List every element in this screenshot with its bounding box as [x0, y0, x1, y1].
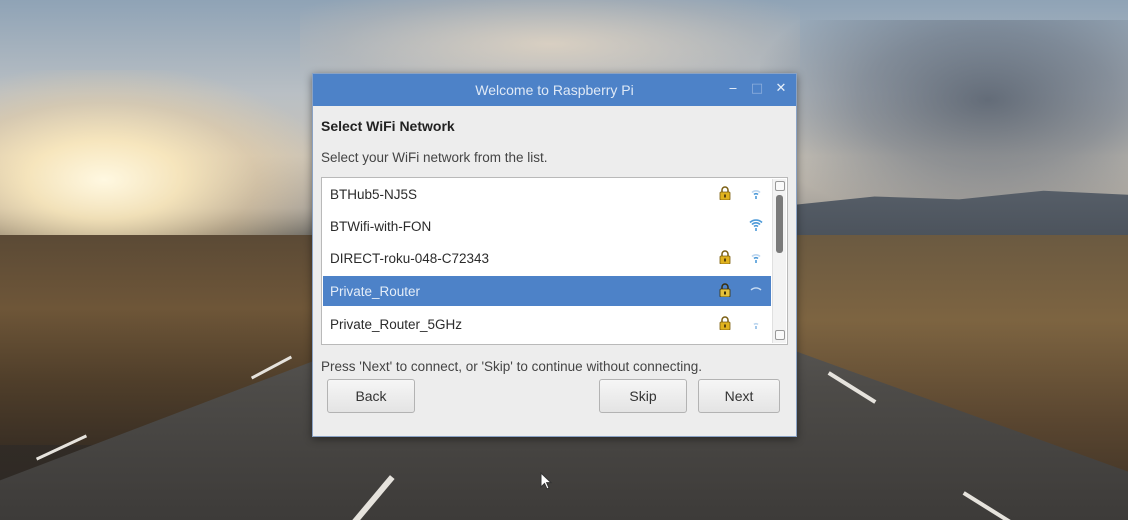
scroll-up-icon[interactable]: [775, 181, 785, 191]
minimize-icon[interactable]: ‒: [726, 81, 740, 97]
network-row[interactable]: BTWifi-with-FON: [323, 211, 771, 241]
network-name: BTWifi-with-FON: [330, 218, 432, 234]
window-title: Welcome to Raspberry Pi: [475, 82, 634, 98]
network-name: BTHub5-NJ5S: [330, 186, 418, 202]
page-heading: Select WiFi Network: [321, 118, 455, 134]
network-name: Private_Router: [330, 283, 421, 299]
instruction-text: Select your WiFi network from the list.: [321, 150, 548, 165]
network-row[interactable]: DIRECT-roku-048-C72343: [323, 243, 771, 273]
lock-icon: [719, 250, 731, 264]
wifi-dialog: Welcome to Raspberry Pi ‒ □ ✕ Select WiF…: [312, 73, 797, 437]
close-icon[interactable]: ✕: [774, 81, 788, 97]
dialog-content: Select WiFi Network Select your WiFi net…: [313, 118, 796, 419]
maximize-icon[interactable]: □: [750, 81, 764, 97]
wifi-icon: [751, 254, 761, 263]
wifi-icon: [749, 219, 763, 231]
titlebar[interactable]: Welcome to Raspberry Pi ‒ □ ✕: [313, 74, 796, 106]
next-button[interactable]: Next: [698, 379, 780, 413]
lock-icon: [719, 283, 731, 297]
network-list[interactable]: BTHub5-NJ5S BTWifi-with-FON DIRECT-roku-…: [321, 177, 788, 345]
lock-icon: [719, 316, 731, 330]
network-row[interactable]: Private_Router_5GHz: [323, 309, 771, 339]
mouse-cursor-icon: [540, 472, 553, 490]
clouds: [760, 20, 1128, 220]
scroll-thumb[interactable]: [776, 195, 783, 253]
button-bar: Back Skip Next: [321, 379, 788, 419]
network-name: Private_Router_5GHz: [330, 316, 463, 332]
lock-icon: [719, 186, 731, 200]
network-row[interactable]: BTHub5-NJ5S: [323, 179, 771, 209]
wifi-icon: [750, 287, 762, 291]
network-row-selected[interactable]: Private_Router: [323, 276, 771, 306]
wifi-icon: [753, 322, 759, 329]
wifi-icon: [751, 190, 761, 199]
clouds: [300, 0, 800, 80]
network-name: DIRECT-roku-048-C72343: [330, 250, 490, 266]
hint-text: Press 'Next' to connect, or 'Skip' to co…: [321, 359, 703, 374]
window-controls: ‒ □ ✕: [726, 81, 788, 97]
scroll-down-icon[interactable]: [775, 330, 785, 340]
back-button[interactable]: Back: [327, 379, 415, 413]
skip-button[interactable]: Skip: [599, 379, 687, 413]
list-scrollbar[interactable]: [772, 179, 786, 343]
